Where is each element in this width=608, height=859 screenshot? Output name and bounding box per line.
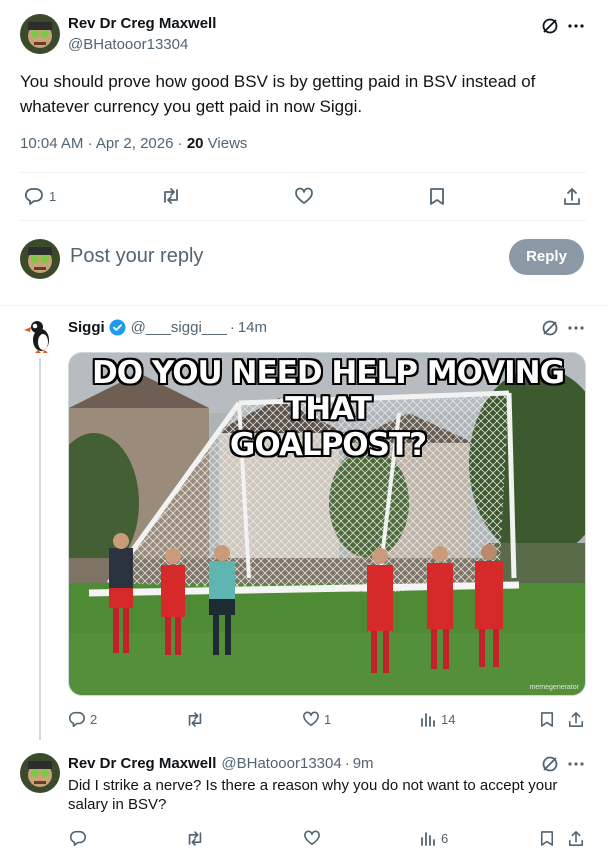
meme-watermark: memegenerator <box>529 684 579 691</box>
separator: · <box>87 135 96 152</box>
like-button[interactable] <box>293 186 315 206</box>
composer-avatar[interactable] <box>20 239 60 279</box>
views-label: Views <box>207 135 248 152</box>
views-count: 6 <box>441 830 449 846</box>
reply-header: Siggi @___siggi___ · 14m <box>68 319 267 336</box>
repost-button[interactable] <box>184 709 206 729</box>
tweet-text-line: whatever currency you gett paid in now S… <box>20 97 363 116</box>
meme-caption-line: DO YOU NEED HELP MOVING THAT <box>91 355 565 427</box>
share-button[interactable] <box>562 186 582 206</box>
avatar[interactable] <box>20 14 60 54</box>
share-button[interactable] <box>566 709 586 729</box>
meme-caption-line: GOALPOST? <box>229 427 427 463</box>
avatar[interactable] <box>20 753 60 793</box>
divider <box>20 172 586 173</box>
verified-badge-icon <box>109 319 126 336</box>
meme-caption: DO YOU NEED HELP MOVING THAT GOALPOST? <box>69 355 585 463</box>
views-button[interactable]: 14 <box>420 709 455 729</box>
reply-time[interactable]: 9m <box>353 755 374 772</box>
thread-line <box>39 358 41 740</box>
separator: · <box>177 135 187 152</box>
reply-button[interactable]: 2 <box>68 709 97 729</box>
like-count: 1 <box>324 711 332 727</box>
repost-button[interactable] <box>184 828 206 848</box>
author-handle[interactable]: @___siggi___ <box>131 319 227 336</box>
tweet-meta: 10:04 AM · Apr 2, 2026 · 20 Views <box>20 135 247 152</box>
meme-image[interactable]: DO YOU NEED HELP MOVING THAT GOALPOST? m… <box>68 352 586 696</box>
reply-button[interactable] <box>68 828 88 848</box>
reply-text: Did I strike a nerve? Is there a reason … <box>68 776 588 814</box>
reply-button[interactable]: 1 <box>24 186 56 206</box>
like-button[interactable]: 1 <box>302 709 331 729</box>
repost-button[interactable] <box>160 186 182 206</box>
tweet-text: You should prove how good BSV is by gett… <box>20 69 590 119</box>
author-handle[interactable]: @BHatooor13304 <box>68 36 188 53</box>
bookmark-button[interactable] <box>427 186 447 206</box>
reply-count: 2 <box>90 711 98 727</box>
views-count: 20 <box>186 135 204 152</box>
share-button[interactable] <box>566 828 586 848</box>
divider <box>20 220 586 221</box>
more-icon[interactable] <box>566 16 586 36</box>
bookmark-button[interactable] <box>538 709 556 729</box>
separator: · <box>229 319 235 336</box>
reply-count: 1 <box>49 188 57 204</box>
section-divider <box>0 305 608 306</box>
grok-icon[interactable] <box>540 318 560 338</box>
reply-submit-button[interactable]: Reply <box>509 239 584 275</box>
tweet-date[interactable]: Apr 2, 2026 <box>96 135 174 152</box>
more-icon[interactable] <box>566 318 586 338</box>
separator: · <box>344 755 350 772</box>
more-icon[interactable] <box>566 754 586 774</box>
tweet-time[interactable]: 10:04 AM <box>20 135 83 152</box>
like-button[interactable] <box>302 828 322 848</box>
bookmark-button[interactable] <box>538 828 556 848</box>
tweet-text-line: You should prove how good BSV is by gett… <box>20 72 536 91</box>
grok-icon[interactable] <box>540 754 560 774</box>
author-handle[interactable]: @BHatooor13304 <box>221 755 341 772</box>
views-count: 14 <box>441 711 456 727</box>
reply-header: Rev Dr Creg Maxwell @BHatooor13304 · 9m <box>68 755 374 772</box>
reply-text-line: salary in BSV? <box>68 796 167 813</box>
author-name[interactable]: Rev Dr Creg Maxwell <box>68 755 216 772</box>
author-name[interactable]: Siggi <box>68 319 105 336</box>
views-button[interactable]: 6 <box>420 828 448 848</box>
grok-icon[interactable] <box>540 16 560 36</box>
reply-time[interactable]: 14m <box>238 319 267 336</box>
reply-input[interactable]: Post your reply <box>70 245 203 268</box>
avatar[interactable] <box>20 314 60 354</box>
reply-text-line: Did I strike a nerve? Is there a reason … <box>68 777 558 794</box>
author-name[interactable]: Rev Dr Creg Maxwell <box>68 15 216 32</box>
